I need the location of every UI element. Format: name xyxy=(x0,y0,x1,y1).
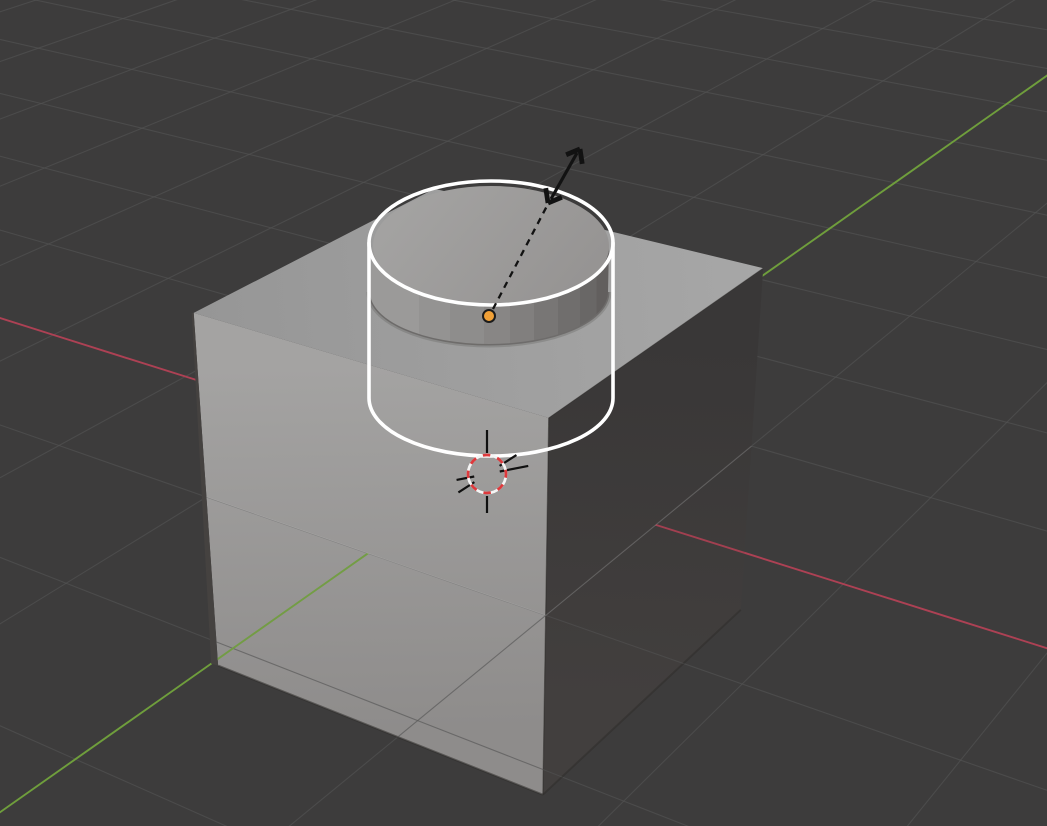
object-origin-dot xyxy=(482,309,496,323)
viewport-3d[interactable] xyxy=(0,0,1047,826)
scene-canvas[interactable] xyxy=(0,0,1047,826)
